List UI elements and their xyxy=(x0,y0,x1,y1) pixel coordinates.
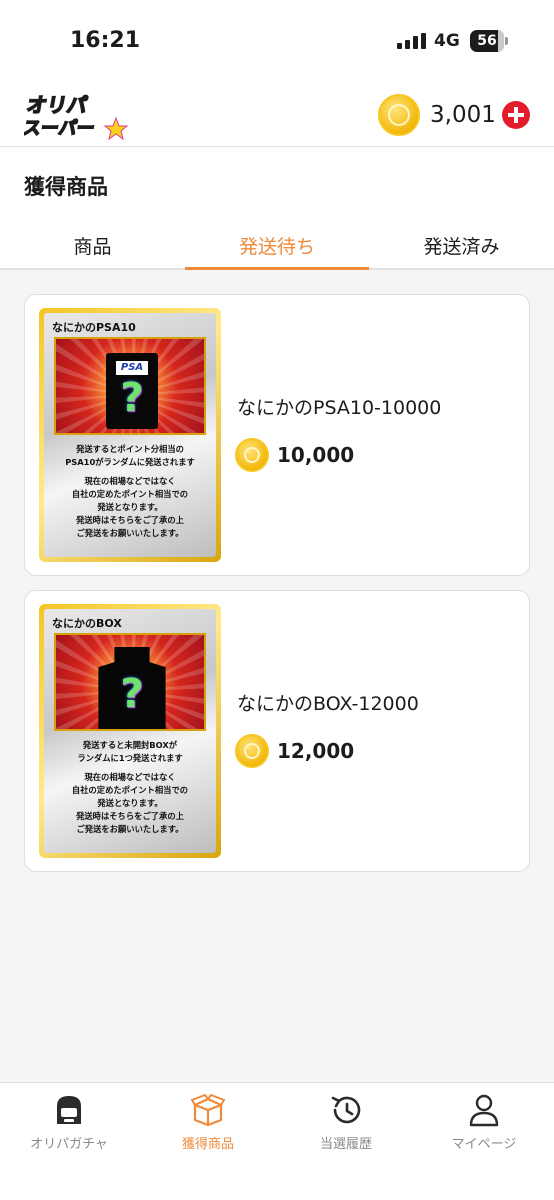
coin-icon xyxy=(378,94,420,136)
tab-items[interactable]: 商品 xyxy=(0,214,185,270)
nav-label: マイページ xyxy=(451,1137,517,1152)
network-type: 4G xyxy=(434,31,460,51)
card-text-line: 発送時はそちらをご了承の上 xyxy=(76,515,184,525)
card-text-line: PSA10がランダムに発送されます xyxy=(65,457,195,467)
card-title: なにかのBOX xyxy=(52,617,122,630)
bottom-nav: オリパガチャ 獲得商品 当選履歴 マイページ xyxy=(0,1082,554,1200)
page-title: 獲得商品 xyxy=(24,175,108,199)
card-text-line: 現在の相場などではなく xyxy=(84,476,176,486)
status-bar: 16:21 4G 56 xyxy=(0,0,554,84)
tab-awaiting-shipment[interactable]: 発送待ち xyxy=(185,214,369,270)
item-image: なにかのPSA10 PSA ? 発送するとポイント分相当の PSA10がランダム… xyxy=(39,308,221,562)
item-card[interactable]: なにかのBOX ? 発送すると未開封BOXが ランダムに1つ発送されます 現在の… xyxy=(24,590,530,872)
item-name: なにかのBOX-12000 xyxy=(237,693,419,715)
tab-shipped[interactable]: 発送済み xyxy=(369,214,554,270)
app-header: オリパ スーパー 3,001 xyxy=(0,84,554,146)
nav-label: 獲得商品 xyxy=(181,1137,234,1152)
item-price: 12,000 xyxy=(235,734,354,768)
price-amount: 10,000 xyxy=(277,443,355,467)
user-icon xyxy=(469,1094,499,1127)
question-mark-icon: ? xyxy=(120,671,144,717)
app-logo[interactable]: オリパ スーパー xyxy=(24,88,128,142)
card-title: なにかのPSA10 xyxy=(52,321,136,334)
card-text-line: 自社の定めたポイント相当での xyxy=(71,785,189,795)
card-text-line: ご発送をお願いいたします。 xyxy=(76,824,184,834)
tab-bar: 商品 発送待ち 発送済み xyxy=(0,214,554,270)
signal-icon xyxy=(397,33,426,49)
card-text-line: 発送すると未開封BOXが xyxy=(82,740,178,750)
card-text-line: 発送時はそちらをご了承の上 xyxy=(76,811,184,821)
psa-badge: PSA xyxy=(116,361,148,375)
svg-text:スーパー: スーパー xyxy=(24,118,96,139)
item-image: なにかのBOX ? 発送すると未開封BOXが ランダムに1つ発送されます 現在の… xyxy=(39,604,221,858)
card-text-line: ランダムに1つ発送されます xyxy=(77,753,183,763)
price-amount: 12,000 xyxy=(277,739,355,763)
box-icon xyxy=(191,1094,225,1127)
card-text-line: 現在の相場などではなく xyxy=(84,772,176,782)
nav-acquired-items[interactable]: 獲得商品 xyxy=(139,1083,277,1163)
nav-label: 当選履歴 xyxy=(319,1137,372,1152)
item-name: なにかのPSA10-10000 xyxy=(237,397,442,419)
coin-icon xyxy=(235,734,269,768)
card-art: ? xyxy=(54,633,206,731)
gacha-machine-icon xyxy=(57,1096,81,1124)
battery-icon: 56 xyxy=(470,30,508,52)
add-coins-button[interactable] xyxy=(501,101,530,129)
history-icon xyxy=(331,1096,361,1124)
card-text-line: 発送するとポイント分相当の xyxy=(76,444,184,454)
nav-my-page[interactable]: マイページ xyxy=(415,1083,553,1163)
coin-icon xyxy=(235,438,269,472)
item-card[interactable]: なにかのPSA10 PSA ? 発送するとポイント分相当の PSA10がランダム… xyxy=(24,294,530,576)
question-mark-icon: ? xyxy=(120,375,144,421)
svg-text:オリパ: オリパ xyxy=(25,93,89,117)
card-art: PSA ? xyxy=(54,337,206,435)
nav-oripa-gacha[interactable]: オリパガチャ xyxy=(0,1083,138,1163)
status-time: 16:21 xyxy=(70,28,141,53)
card-text-line: 発送となります。 xyxy=(97,798,163,808)
page-title-bar: 獲得商品 xyxy=(0,146,554,214)
coin-balance: 3,001 xyxy=(378,94,530,136)
item-price: 10,000 xyxy=(235,438,354,472)
active-tab-indicator xyxy=(185,267,369,270)
nav-win-history[interactable]: 当選履歴 xyxy=(277,1083,415,1163)
card-description: 発送すると未開封BOXが ランダムに1つ発送されます 現在の相場などではなく 自… xyxy=(48,739,212,842)
nav-label: オリパガチャ xyxy=(30,1137,108,1152)
card-description: 発送するとポイント分相当の PSA10がランダムに発送されます 現在の相場などで… xyxy=(48,443,212,546)
balance-amount: 3,001 xyxy=(430,102,496,128)
psa-slab-icon: PSA ? xyxy=(106,353,158,429)
card-text-line: 自社の定めたポイント相当での xyxy=(71,489,189,499)
battery-level: 56 xyxy=(477,33,497,49)
card-text-line: ご発送をお願いいたします。 xyxy=(76,528,184,538)
card-text-line: 発送となります。 xyxy=(97,502,163,512)
